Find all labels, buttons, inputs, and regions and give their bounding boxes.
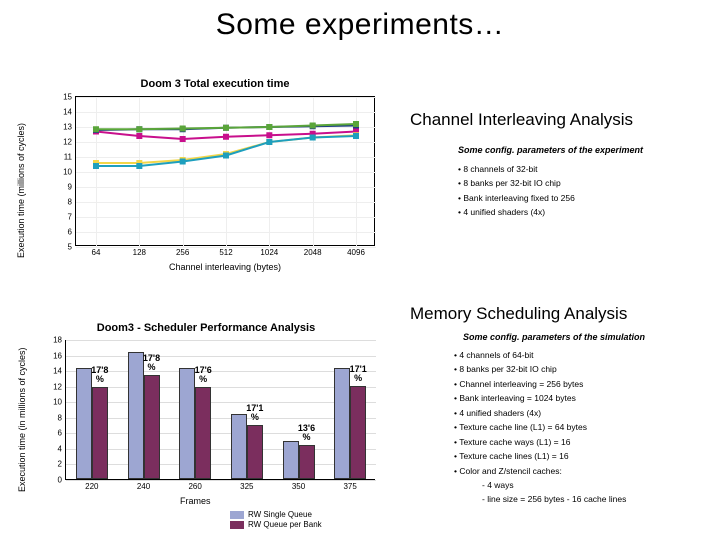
bar <box>92 387 108 479</box>
y-tick-label: 9 <box>68 183 76 192</box>
bar <box>179 368 195 479</box>
y-tick-label: 4 <box>58 444 66 453</box>
bar <box>299 445 315 479</box>
chart1-title: Doom 3 Total execution time <box>35 78 395 94</box>
param-item: 4 unified shaders (4x) <box>458 205 575 219</box>
x-tick-label: 325 <box>240 479 253 491</box>
legend-single-queue: RW Single Queue <box>230 510 312 519</box>
y-tick-label: 2 <box>58 460 66 469</box>
bar <box>195 387 211 479</box>
y-tick-label: 11 <box>64 153 76 162</box>
y-tick-label: 5 <box>68 243 76 252</box>
x-tick-label: 350 <box>292 479 305 491</box>
param-item: Bank interleaving fixed to 256 <box>458 191 575 205</box>
bar-annotation: 17'1% <box>350 365 367 383</box>
param-item: Color and Z/stencil caches: <box>454 464 626 478</box>
bar <box>128 352 144 479</box>
bar-annotation: 17'6% <box>195 366 212 384</box>
param-item: 4 unified shaders (4x) <box>454 406 626 420</box>
chart2-title: Doom3 - Scheduler Performance Analysis <box>20 322 392 338</box>
x-tick-label: 220 <box>85 479 98 491</box>
y-tick-label: 12 <box>63 138 76 147</box>
bar <box>76 368 92 479</box>
y-tick-label: 14 <box>63 108 76 117</box>
y-tick-label: 7 <box>68 213 76 222</box>
x-tick-label: 240 <box>137 479 150 491</box>
param-item: 4 channels of 64-bit <box>454 348 626 362</box>
bar <box>350 386 366 479</box>
param-sub-item: - line size = 256 bytes - 16 cache lines <box>454 492 626 506</box>
section1-params-header: Some config. parameters of the experimen… <box>458 145 643 155</box>
section1-params-list: 8 channels of 32-bit8 banks per 32-bit I… <box>458 162 575 220</box>
y-tick-label: 10 <box>53 398 66 407</box>
y-tick-label: 0 <box>58 476 66 485</box>
param-item: 8 banks per 32-bit IO chip <box>454 362 626 376</box>
y-tick-label: 14 <box>53 367 66 376</box>
section2-params-list: 4 channels of 64-bit8 banks per 32-bit I… <box>454 348 626 507</box>
bar <box>231 414 247 479</box>
scheduler-performance-chart: Doom3 - Scheduler Performance Analysis E… <box>20 322 392 528</box>
y-tick-label: 8 <box>58 413 66 422</box>
bar <box>334 368 350 479</box>
chart2-xlabel: Frames <box>180 496 211 506</box>
param-item: Texture cache lines (L1) = 16 <box>454 449 626 463</box>
y-tick-label: 6 <box>58 429 66 438</box>
y-tick-label: 16 <box>53 351 66 360</box>
y-tick-label: 10 <box>63 168 76 177</box>
y-tick-label: 8 <box>68 198 76 207</box>
bar-annotation: 17'1% <box>246 404 263 422</box>
chart1-xlabel: Channel interleaving (bytes) <box>135 262 315 272</box>
channel-interleaving-chart: Doom 3 Total execution time Execution ti… <box>35 78 395 288</box>
y-tick-label: 18 <box>53 336 66 345</box>
param-item: Texture cache ways (L1) = 16 <box>454 435 626 449</box>
y-tick-label: 15 <box>63 93 76 102</box>
param-item: Channel interleaving = 256 bytes <box>454 377 626 391</box>
bar-annotation: 17'8% <box>91 366 108 384</box>
chart1-ylabel: Execution time (millions of cycles) <box>16 98 26 258</box>
y-tick-label: 6 <box>68 228 76 237</box>
bar <box>144 375 160 479</box>
section2-params-header: Some config. parameters of the simulatio… <box>463 332 645 342</box>
section2-title: Memory Scheduling Analysis <box>410 304 627 324</box>
param-sub-item: - 4 ways <box>454 478 626 492</box>
param-item: 8 banks per 32-bit IO chip <box>458 176 575 190</box>
legend-label: RW Single Queue <box>248 510 312 519</box>
bar-annotation: 13'6% <box>298 424 315 442</box>
chart2-ylabel: Execution time (in millions of cycles) <box>17 332 27 492</box>
param-item: 8 channels of 32-bit <box>458 162 575 176</box>
legend-label: RW Queue per Bank <box>248 520 322 529</box>
slide-title: Some experiments… <box>0 8 720 42</box>
y-tick-label: 12 <box>53 382 66 391</box>
bar-annotation: 17'8% <box>143 354 160 372</box>
param-item: Texture cache line (L1) = 64 bytes <box>454 420 626 434</box>
x-tick-label: 375 <box>343 479 356 491</box>
y-tick-label: 13 <box>63 123 76 132</box>
bar <box>283 441 299 480</box>
section1-title: Channel Interleaving Analysis <box>410 110 633 130</box>
param-item: Bank interleaving = 1024 bytes <box>454 391 626 405</box>
bar <box>247 425 263 479</box>
legend-per-bank: RW Queue per Bank <box>230 520 322 529</box>
x-tick-label: 260 <box>188 479 201 491</box>
